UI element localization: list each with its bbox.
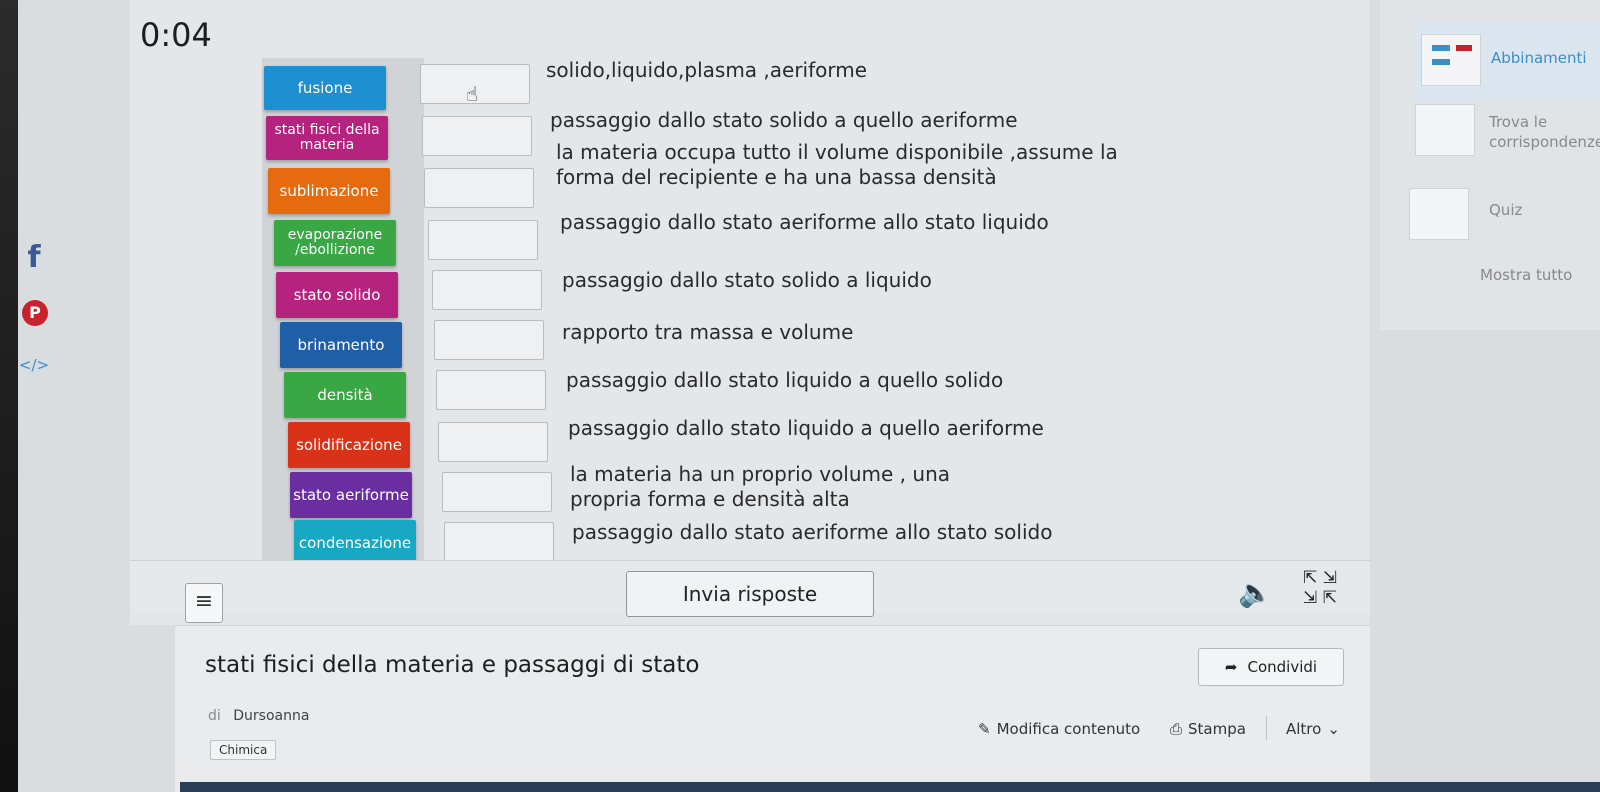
more-label: Altro (1286, 720, 1322, 738)
tile-stato-solido[interactable]: stato solido (276, 272, 398, 318)
left-edge (0, 0, 18, 792)
template-thumbnail (1421, 34, 1481, 86)
description: la materia occupa tutto il volume dispon… (556, 140, 1118, 189)
description: passaggio dallo stato solido a quello ae… (550, 108, 1018, 132)
description: passaggio dallo stato solido a liquido (562, 268, 932, 292)
sidebar-item-label: Quiz (1489, 201, 1523, 219)
embed-icon[interactable]: </> (16, 356, 52, 374)
print-label: Stampa (1188, 720, 1246, 738)
share-button[interactable]: ➦ Condividi (1198, 648, 1344, 686)
share-label: Condividi (1247, 658, 1318, 676)
description: passaggio dallo stato aeriforme allo sta… (560, 210, 1049, 234)
author-prefix: di (208, 708, 221, 724)
drop-slot[interactable] (438, 422, 548, 462)
share-arrow-icon: ➦ (1224, 658, 1238, 676)
activity-info (175, 625, 1370, 792)
print-link[interactable]: ⎙ Stampa (1170, 720, 1246, 738)
hand-cursor-icon: ☝ (466, 82, 479, 106)
divider (1266, 716, 1267, 740)
edit-content-link[interactable]: ✎ Modifica contenuto (978, 720, 1140, 738)
pencil-icon: ✎ (978, 720, 991, 738)
author-name[interactable]: Dursoanna (233, 708, 309, 724)
edit-label: Modifica contenuto (996, 720, 1141, 738)
pinterest-icon[interactable]: P (22, 300, 48, 326)
template-thumbnail (1409, 188, 1469, 240)
more-dropdown[interactable]: Altro ⌄ (1286, 720, 1340, 738)
drop-slot[interactable] (432, 270, 542, 310)
tile-densita[interactable]: densità (284, 372, 406, 418)
tile-solidificazione[interactable]: solidificazione (288, 422, 410, 468)
tile-brinamento[interactable]: brinamento (280, 322, 402, 368)
drop-slot[interactable] (422, 116, 532, 156)
description: passaggio dallo stato liquido a quello a… (568, 416, 1044, 440)
screen-bottom-edge (180, 782, 1600, 792)
hamburger-icon[interactable]: ≡ (185, 583, 223, 623)
printer-icon: ⎙ (1170, 720, 1183, 738)
tile-stato-aeriforme[interactable]: stato aeriforme (290, 472, 412, 518)
sidebar-item-label: Trova le corrispondenze (1489, 113, 1600, 151)
sidebar-item-label: Abbinamenti (1491, 49, 1587, 67)
description: la materia ha un proprio volume , una pr… (570, 462, 950, 511)
tile-stati-fisici[interactable]: stati fisici della materia (266, 116, 388, 160)
drop-slot[interactable] (436, 370, 546, 410)
drop-slot[interactable] (424, 168, 534, 208)
author-line: di Dursoanna (208, 708, 309, 724)
description: passaggio dallo stato liquido a quello s… (566, 368, 1004, 392)
category-tag[interactable]: Chimica (210, 740, 277, 760)
description: passaggio dallo stato aeriforme allo sta… (572, 520, 1053, 544)
description: rapporto tra massa e volume (562, 320, 854, 344)
drop-slot[interactable] (428, 220, 538, 260)
description: solido,liquido,plasma ,aeriforme (546, 58, 868, 82)
show-all-link[interactable]: Mostra tutto (1480, 266, 1572, 284)
template-thumbnail (1415, 104, 1475, 156)
drop-slot[interactable] (442, 472, 552, 512)
sidebar-item-abbinamenti[interactable]: Abbinamenti (1415, 22, 1600, 100)
sidebar-item-quiz[interactable]: Quiz (1409, 188, 1600, 244)
tile-evaporazione[interactable]: evaporazione /ebollizione (274, 220, 396, 266)
tile-sublimazione[interactable]: sublimazione (268, 168, 390, 214)
speaker-icon[interactable]: 🔈 (1238, 576, 1273, 609)
timer: 0:04 (140, 16, 212, 54)
drop-slot[interactable] (444, 522, 554, 562)
chevron-down-icon: ⌄ (1327, 720, 1340, 738)
drop-slot[interactable] (434, 320, 544, 360)
submit-button[interactable]: Invia risposte (626, 571, 874, 617)
activity-title: stati fisici della materia e passaggi di… (205, 652, 700, 678)
fullscreen-icon[interactable]: ⇱ ⇲ ⇲ ⇱ (1300, 568, 1340, 614)
facebook-icon[interactable]: f (16, 240, 52, 275)
tile-fusione[interactable]: fusione (264, 66, 386, 110)
sidebar-item-trova[interactable]: Trova le corrispondenze (1415, 104, 1600, 174)
